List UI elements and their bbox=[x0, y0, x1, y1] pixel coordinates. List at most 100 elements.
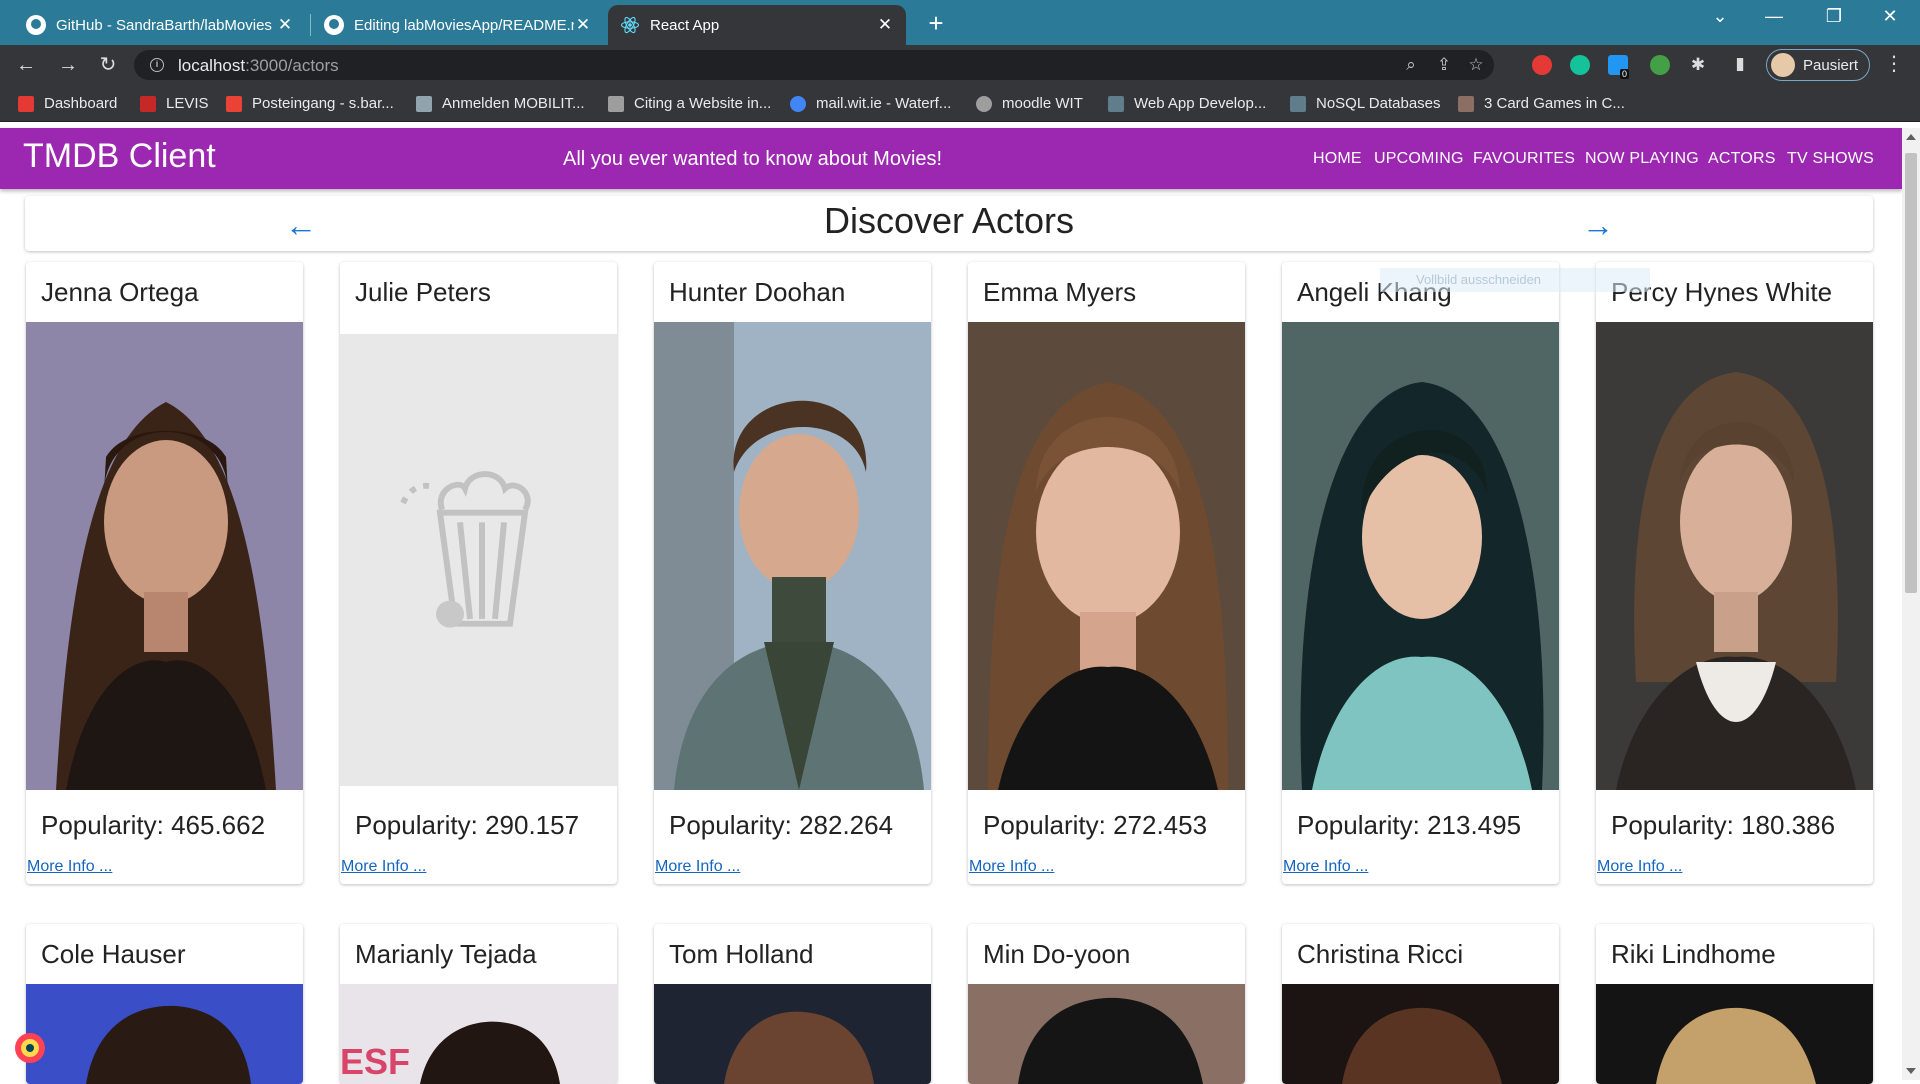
browser-tabstrip: GitHub - SandraBarth/labMovies ✕ Editing… bbox=[0, 0, 1920, 45]
address-bar[interactable]: i localhost:3000/actors ⌕ ⇪ ☆ bbox=[134, 50, 1494, 80]
actor-name: Emma Myers bbox=[983, 277, 1137, 307]
bookmark-nosql[interactable]: NoSQL Databases bbox=[1290, 95, 1441, 112]
bookmark-favicon-icon bbox=[608, 95, 624, 112]
back-button[interactable]: ← bbox=[12, 51, 40, 79]
bookmark-card-games[interactable]: 3 Card Games in C... bbox=[1458, 95, 1625, 112]
url-text: localhost:3000/actors bbox=[178, 56, 339, 75]
bookmark-posteingang[interactable]: Posteingang - s.bar... bbox=[226, 95, 394, 112]
more-info-link[interactable]: More Info ... bbox=[655, 858, 740, 876]
nav-home[interactable]: HOME bbox=[1313, 150, 1362, 168]
close-icon[interactable]: ✕ bbox=[574, 15, 592, 35]
bookmark-dashboard[interactable]: Dashboard bbox=[18, 95, 117, 112]
nav-actors[interactable]: ACTORS bbox=[1708, 150, 1776, 168]
tab-title: Editing labMoviesApp/README.md bbox=[354, 16, 574, 34]
extensions-puzzle-icon[interactable]: ✱ bbox=[1686, 55, 1710, 75]
app-tagline: All you ever wanted to know about Movies… bbox=[563, 148, 943, 170]
browser-tab-github[interactable]: GitHub - SandraBarth/labMovies ✕ bbox=[14, 5, 306, 45]
github-icon bbox=[324, 15, 344, 35]
bookmark-favicon-icon bbox=[1458, 95, 1474, 112]
extension-green-icon[interactable] bbox=[1650, 55, 1670, 75]
actor-name: Jenna Ortega bbox=[41, 277, 199, 307]
actor-card: Riki Lindhome bbox=[1596, 924, 1873, 1084]
scroll-up-arrow-icon[interactable] bbox=[1906, 134, 1916, 140]
more-info-link[interactable]: More Info ... bbox=[969, 858, 1054, 876]
profile-label: Pausiert bbox=[1803, 56, 1859, 74]
actor-popularity: Popularity: 465.662 bbox=[41, 810, 266, 840]
snip-tooltip: Vollbild ausschneiden bbox=[1380, 268, 1650, 292]
tab-title: React App bbox=[650, 16, 720, 34]
bookmark-levis[interactable]: LEVIS bbox=[140, 95, 209, 112]
svg-text:ESF: ESF bbox=[340, 1041, 410, 1082]
nav-now-playing[interactable]: NOW PLAYING bbox=[1585, 150, 1699, 168]
bookmark-web-app[interactable]: Web App Develop... bbox=[1108, 95, 1266, 112]
next-page-button[interactable]: → bbox=[1578, 206, 1618, 246]
share-icon[interactable]: ⇪ bbox=[1432, 55, 1456, 75]
nav-tv-shows[interactable]: TV SHOWS bbox=[1787, 150, 1874, 168]
grammarly-icon[interactable] bbox=[1570, 55, 1590, 75]
more-info-link[interactable]: More Info ... bbox=[1597, 858, 1682, 876]
actor-popularity: Popularity: 272.453 bbox=[983, 810, 1208, 840]
bookmark-mail-wit[interactable]: mail.wit.ie - Waterf... bbox=[790, 95, 951, 112]
actor-name: Riki Lindhome bbox=[1611, 939, 1776, 969]
scroll-down-arrow-icon[interactable] bbox=[1906, 1068, 1916, 1074]
actor-card: Cole Hauser bbox=[26, 924, 303, 1084]
actor-photo bbox=[654, 984, 931, 1084]
bookmark-favicon-icon bbox=[416, 95, 432, 112]
new-tab-button[interactable]: + bbox=[922, 8, 950, 39]
actor-popularity: Popularity: 290.157 bbox=[355, 810, 580, 840]
globe-icon bbox=[976, 95, 992, 112]
more-info-link[interactable]: More Info ... bbox=[1283, 858, 1368, 876]
restore-button[interactable]: ❐ bbox=[1814, 6, 1854, 27]
actor-card: Angeli Khang Popularity: 213.495 More In… bbox=[1282, 262, 1559, 884]
actor-card: Julie Peters Popularity: 290.157 More In… bbox=[340, 262, 617, 884]
actor-name: Tom Holland bbox=[669, 939, 814, 969]
bookmark-citing[interactable]: Citing a Website in... bbox=[608, 95, 771, 112]
reload-button[interactable]: ↻ bbox=[94, 51, 122, 79]
actor-photo bbox=[1596, 322, 1873, 790]
close-icon[interactable]: ✕ bbox=[276, 15, 294, 35]
side-panel-icon[interactable]: ▮ bbox=[1728, 54, 1752, 74]
placeholder-image bbox=[340, 334, 617, 786]
actor-photo: ESF bbox=[340, 984, 617, 1084]
more-info-link[interactable]: More Info ... bbox=[27, 858, 112, 876]
extension-red-icon[interactable] bbox=[1532, 55, 1552, 75]
actor-photo bbox=[1282, 322, 1559, 790]
actor-photo bbox=[26, 984, 303, 1084]
actor-name: Min Do-yoon bbox=[983, 939, 1131, 969]
tab-search-icon[interactable]: ⌄ bbox=[1700, 6, 1740, 27]
bookmark-moodle[interactable]: moodle WIT bbox=[976, 95, 1083, 112]
bookmark-star-icon[interactable]: ☆ bbox=[1464, 55, 1488, 75]
profile-button[interactable]: Pausiert bbox=[1766, 49, 1870, 81]
bookmark-anmelden[interactable]: Anmelden MOBILIT... bbox=[416, 95, 585, 112]
actor-card: Hunter Doohan Popularity: 282.264 More I… bbox=[654, 262, 931, 884]
actor-photo bbox=[26, 322, 303, 790]
github-icon bbox=[26, 15, 46, 35]
react-icon bbox=[620, 16, 640, 34]
site-info-icon[interactable]: i bbox=[150, 58, 164, 72]
forward-button[interactable]: → bbox=[54, 51, 82, 79]
tab-title: GitHub - SandraBarth/labMovies bbox=[56, 16, 272, 34]
actor-card: Christina Ricci bbox=[1282, 924, 1559, 1084]
zoom-icon[interactable]: ⌕ bbox=[1399, 55, 1423, 75]
close-icon[interactable]: ✕ bbox=[876, 15, 894, 35]
react-query-devtools-icon[interactable] bbox=[12, 1030, 48, 1066]
actor-photo bbox=[968, 322, 1245, 790]
nav-upcoming[interactable]: UPCOMING bbox=[1374, 150, 1464, 168]
nav-favourites[interactable]: FAVOURITES bbox=[1473, 150, 1575, 168]
bookmark-favicon-icon bbox=[18, 95, 34, 112]
actor-card: Marianly Tejada ESF bbox=[340, 924, 617, 1084]
close-window-button[interactable]: ✕ bbox=[1870, 6, 1910, 27]
page-scrollbar[interactable] bbox=[1902, 128, 1920, 1080]
browser-tab-editing-readme[interactable]: Editing labMoviesApp/README.md ✕ bbox=[312, 5, 604, 45]
actor-photo bbox=[968, 984, 1245, 1084]
actor-name: Christina Ricci bbox=[1297, 939, 1464, 969]
browser-tab-react-app[interactable]: React App ✕ bbox=[608, 5, 906, 45]
browser-menu-icon[interactable]: ⋮ bbox=[1884, 51, 1904, 76]
actor-name: Marianly Tejada bbox=[355, 939, 537, 969]
actor-card: Min Do-yoon bbox=[968, 924, 1245, 1084]
more-info-link[interactable]: More Info ... bbox=[341, 858, 426, 876]
bookmark-favicon-icon bbox=[140, 95, 156, 112]
minimize-button[interactable]: — bbox=[1754, 6, 1794, 27]
app-bar: TMDB Client All you ever wanted to know … bbox=[0, 128, 1902, 189]
scrollbar-thumb[interactable] bbox=[1905, 153, 1917, 593]
